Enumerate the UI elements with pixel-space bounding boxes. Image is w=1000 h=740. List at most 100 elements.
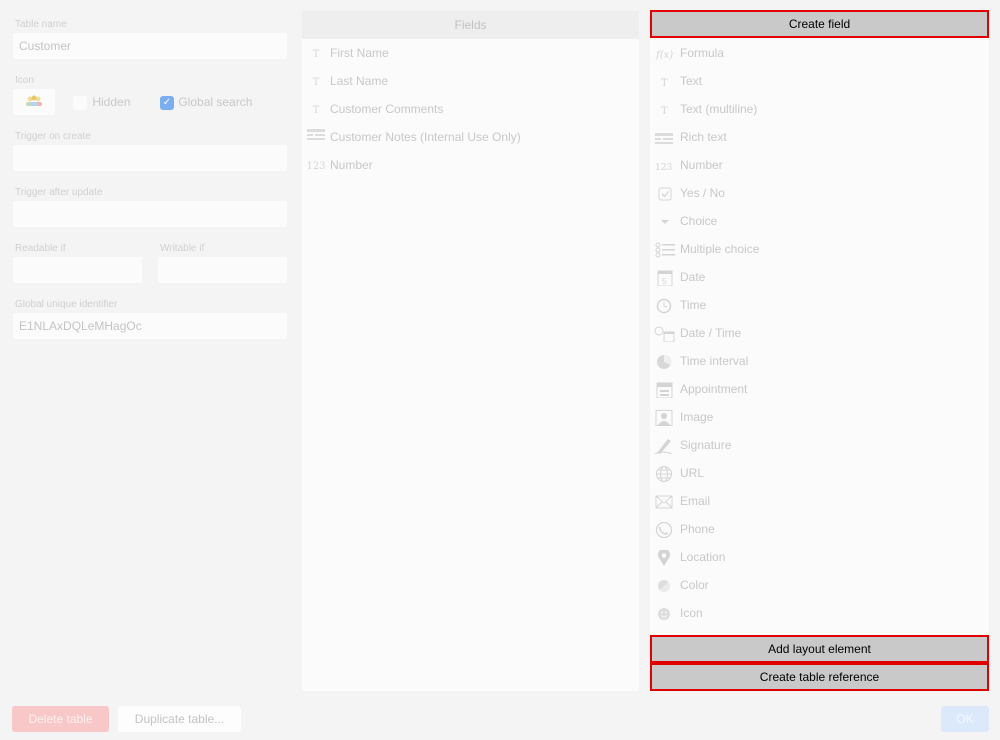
type-item-rich-text[interactable]: Rich text — [654, 123, 727, 151]
trigger-update-label: Trigger after update — [15, 187, 103, 198]
global-search-label: Global search — [178, 95, 253, 109]
field-item-label: First Name — [330, 46, 389, 60]
field-item[interactable]: Customer Notes (Internal Use Only) — [302, 123, 639, 151]
writable-if-label: Writable if — [160, 243, 205, 254]
writable-if-input[interactable] — [158, 257, 287, 283]
type-item-icon[interactable]: Icon — [654, 599, 703, 627]
guid-input[interactable]: E1NLAxDQLeMHagOc — [13, 313, 287, 339]
field-item[interactable]: T Last Name — [302, 67, 639, 95]
type-item-time[interactable]: Time — [654, 291, 706, 319]
readable-if-label: Readable if — [15, 243, 66, 254]
type-item-location[interactable]: Location — [654, 543, 725, 571]
calendar-icon: 5 — [654, 270, 676, 286]
svg-text:T: T — [661, 106, 668, 117]
create-field-button[interactable]: Create field — [650, 10, 989, 38]
globe-icon — [654, 465, 676, 482]
field-item-label: Customer Comments — [330, 102, 444, 116]
date-time-icon — [654, 326, 676, 342]
readable-if-input[interactable] — [13, 257, 142, 283]
type-item-date-time[interactable]: Date / Time — [654, 319, 741, 347]
type-item-label: Time — [680, 298, 707, 312]
interval-icon — [654, 354, 676, 370]
type-item-label: Yes / No — [680, 186, 725, 200]
hidden-label: Hidden — [92, 95, 131, 109]
field-item[interactable]: T Customer Comments — [302, 95, 639, 123]
icon-label: Icon — [15, 75, 34, 86]
type-item-text[interactable]: T Text — [654, 67, 702, 95]
rich-text-icon — [306, 124, 326, 152]
type-item-label: Text (multiline) — [680, 102, 758, 116]
global-search-toggle[interactable]: ✓ Global search — [160, 95, 252, 110]
type-item-label: Phone — [680, 522, 715, 536]
type-item-label: Email — [680, 494, 711, 508]
type-item-email[interactable]: Email — [654, 487, 710, 515]
type-item-label: Date — [680, 270, 706, 284]
trigger-update-input[interactable] — [13, 201, 287, 227]
type-item-label: Icon — [680, 606, 703, 620]
type-item-url[interactable]: URL — [654, 459, 704, 487]
type-item-label: Signature — [680, 438, 732, 452]
hidden-toggle[interactable]: Hidden — [73, 95, 130, 110]
field-item-label: Customer Notes (Internal Use Only) — [330, 130, 521, 144]
type-item-color[interactable]: Color — [654, 571, 709, 599]
field-item-label: Number — [330, 158, 373, 172]
text-icon: T — [654, 102, 676, 118]
svg-text:T: T — [661, 78, 668, 89]
field-item[interactable]: T First Name — [302, 39, 639, 67]
create-table-reference-button[interactable]: Create table reference — [650, 663, 989, 691]
type-item-label: Number — [680, 158, 723, 172]
smiley-icon — [654, 606, 676, 622]
type-item-label: Choice — [680, 214, 718, 228]
text-icon: T — [654, 74, 676, 90]
number-icon: 123 — [654, 158, 676, 174]
delete-table-button[interactable]: Delete table — [12, 706, 109, 732]
duplicate-table-button[interactable]: Duplicate table... — [118, 706, 241, 732]
icon-picker[interactable] — [13, 89, 55, 115]
checkbox-icon — [654, 186, 676, 202]
type-item-number[interactable]: 123 Number — [654, 151, 723, 179]
type-item-time-interval[interactable]: Time interval — [654, 347, 748, 375]
envelope-icon — [654, 494, 676, 510]
fields-panel: Fields T First Name T Last Name T Customer … — [302, 11, 639, 691]
type-item-label: Multiple choice — [680, 242, 760, 256]
table-name-label: Table name — [15, 19, 67, 30]
type-item-text-multiline[interactable]: T Text (multiline) — [654, 95, 757, 123]
type-item-formula[interactable]: f(x) Formula — [654, 39, 724, 67]
field-item[interactable]: 123 Number — [302, 151, 639, 179]
svg-text:f(x): f(x) — [655, 50, 673, 61]
type-item-choice[interactable]: Choice — [654, 207, 717, 235]
signature-icon — [654, 438, 676, 454]
phone-icon — [654, 521, 676, 538]
fields-header: Fields — [302, 11, 639, 39]
text-icon: T — [312, 49, 320, 60]
appointment-icon — [654, 382, 676, 398]
people-icon — [26, 95, 42, 106]
image-icon — [654, 409, 676, 426]
formula-icon: f(x) — [654, 46, 676, 62]
type-item-image[interactable]: Image — [654, 403, 713, 431]
location-pin-icon — [654, 549, 676, 566]
svg-text:123: 123 — [655, 163, 672, 173]
type-item-signature[interactable]: Signature — [654, 431, 731, 459]
type-item-phone[interactable]: Phone — [654, 515, 715, 543]
type-item-label: Location — [680, 550, 726, 564]
add-layout-element-button[interactable]: Add layout element — [650, 635, 989, 663]
type-item-label: Color — [680, 578, 709, 592]
type-item-label: Appointment — [680, 382, 748, 396]
type-item-label: Formula — [680, 46, 725, 60]
global-search-checkbox[interactable]: ✓ — [160, 95, 174, 110]
number-icon: 123 — [306, 161, 326, 172]
list-icon — [654, 242, 676, 258]
hidden-checkbox[interactable] — [73, 95, 87, 110]
table-name-input[interactable]: Customer — [13, 33, 287, 59]
type-item-multiple-choice[interactable]: Multiple choice — [654, 235, 759, 263]
guid-label: Global unique identifier — [15, 299, 118, 310]
trigger-create-input[interactable] — [13, 145, 287, 171]
type-item-label: Image — [680, 410, 714, 424]
type-item-appointment[interactable]: Appointment — [654, 375, 747, 403]
svg-text:5: 5 — [662, 277, 667, 286]
type-item-yes-no[interactable]: Yes / No — [654, 179, 725, 207]
ok-button[interactable]: OK — [941, 706, 989, 732]
type-item-date[interactable]: 5 Date — [654, 263, 705, 291]
field-item-label: Last Name — [330, 74, 389, 88]
